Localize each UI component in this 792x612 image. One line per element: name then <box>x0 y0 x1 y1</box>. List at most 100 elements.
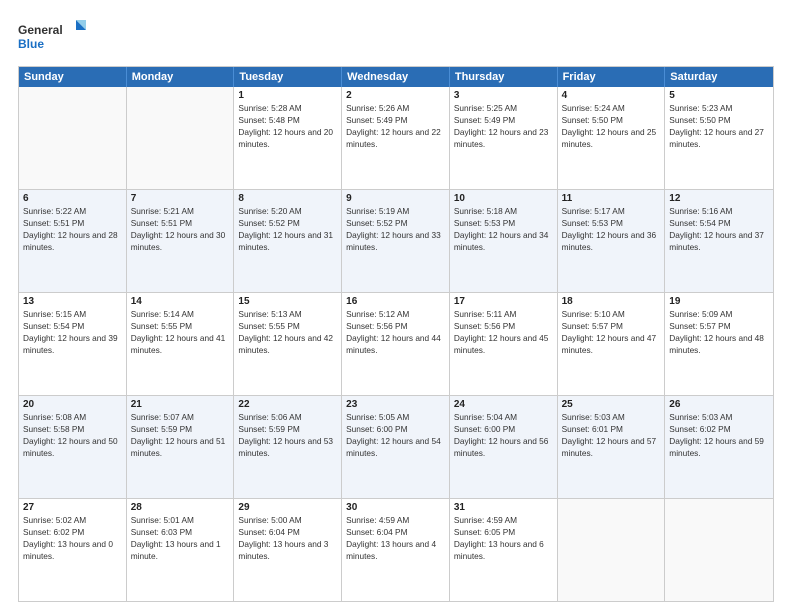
day-number: 15 <box>238 296 337 307</box>
day-number: 26 <box>669 399 769 410</box>
day-info: Sunrise: 5:04 AM Sunset: 6:00 PM Dayligh… <box>454 411 553 459</box>
calendar-empty <box>558 499 666 601</box>
day-info: Sunrise: 5:09 AM Sunset: 5:57 PM Dayligh… <box>669 308 769 356</box>
day-info: Sunrise: 5:16 AM Sunset: 5:54 PM Dayligh… <box>669 205 769 253</box>
day-info: Sunrise: 5:26 AM Sunset: 5:49 PM Dayligh… <box>346 102 445 150</box>
svg-text:General: General <box>18 23 63 37</box>
day-info: Sunrise: 5:02 AM Sunset: 6:02 PM Dayligh… <box>23 514 122 562</box>
day-info: Sunrise: 5:12 AM Sunset: 5:56 PM Dayligh… <box>346 308 445 356</box>
day-number: 27 <box>23 502 122 513</box>
day-info: Sunrise: 5:11 AM Sunset: 5:56 PM Dayligh… <box>454 308 553 356</box>
calendar-day: 16Sunrise: 5:12 AM Sunset: 5:56 PM Dayli… <box>342 293 450 395</box>
day-number: 14 <box>131 296 230 307</box>
calendar-day: 5Sunrise: 5:23 AM Sunset: 5:50 PM Daylig… <box>665 87 773 189</box>
calendar-row: 6Sunrise: 5:22 AM Sunset: 5:51 PM Daylig… <box>19 189 773 292</box>
calendar-row: 13Sunrise: 5:15 AM Sunset: 5:54 PM Dayli… <box>19 292 773 395</box>
calendar-empty <box>127 87 235 189</box>
calendar-day: 2Sunrise: 5:26 AM Sunset: 5:49 PM Daylig… <box>342 87 450 189</box>
day-number: 24 <box>454 399 553 410</box>
day-number: 6 <box>23 193 122 204</box>
day-info: Sunrise: 5:24 AM Sunset: 5:50 PM Dayligh… <box>562 102 661 150</box>
day-number: 21 <box>131 399 230 410</box>
day-info: Sunrise: 5:06 AM Sunset: 5:59 PM Dayligh… <box>238 411 337 459</box>
calendar-day: 17Sunrise: 5:11 AM Sunset: 5:56 PM Dayli… <box>450 293 558 395</box>
day-number: 13 <box>23 296 122 307</box>
day-number: 23 <box>346 399 445 410</box>
day-number: 10 <box>454 193 553 204</box>
day-number: 3 <box>454 90 553 101</box>
day-number: 20 <box>23 399 122 410</box>
day-info: Sunrise: 5:20 AM Sunset: 5:52 PM Dayligh… <box>238 205 337 253</box>
day-info: Sunrise: 5:13 AM Sunset: 5:55 PM Dayligh… <box>238 308 337 356</box>
day-info: Sunrise: 5:19 AM Sunset: 5:52 PM Dayligh… <box>346 205 445 253</box>
day-number: 17 <box>454 296 553 307</box>
logo: General Blue <box>18 18 88 56</box>
svg-text:Blue: Blue <box>18 37 44 51</box>
calendar-day: 1Sunrise: 5:28 AM Sunset: 5:48 PM Daylig… <box>234 87 342 189</box>
weekday-header: Tuesday <box>234 67 342 87</box>
weekday-header: Monday <box>127 67 235 87</box>
day-number: 12 <box>669 193 769 204</box>
day-info: Sunrise: 5:21 AM Sunset: 5:51 PM Dayligh… <box>131 205 230 253</box>
day-info: Sunrise: 5:08 AM Sunset: 5:58 PM Dayligh… <box>23 411 122 459</box>
day-number: 19 <box>669 296 769 307</box>
day-info: Sunrise: 4:59 AM Sunset: 6:04 PM Dayligh… <box>346 514 445 562</box>
calendar-day: 15Sunrise: 5:13 AM Sunset: 5:55 PM Dayli… <box>234 293 342 395</box>
calendar-day: 14Sunrise: 5:14 AM Sunset: 5:55 PM Dayli… <box>127 293 235 395</box>
day-number: 29 <box>238 502 337 513</box>
logo-svg: General Blue <box>18 18 88 56</box>
day-info: Sunrise: 5:01 AM Sunset: 6:03 PM Dayligh… <box>131 514 230 562</box>
weekday-header: Wednesday <box>342 67 450 87</box>
day-number: 18 <box>562 296 661 307</box>
calendar-day: 25Sunrise: 5:03 AM Sunset: 6:01 PM Dayli… <box>558 396 666 498</box>
day-info: Sunrise: 5:22 AM Sunset: 5:51 PM Dayligh… <box>23 205 122 253</box>
day-number: 31 <box>454 502 553 513</box>
day-info: Sunrise: 5:28 AM Sunset: 5:48 PM Dayligh… <box>238 102 337 150</box>
calendar-day: 18Sunrise: 5:10 AM Sunset: 5:57 PM Dayli… <box>558 293 666 395</box>
calendar-day: 28Sunrise: 5:01 AM Sunset: 6:03 PM Dayli… <box>127 499 235 601</box>
calendar-day: 21Sunrise: 5:07 AM Sunset: 5:59 PM Dayli… <box>127 396 235 498</box>
calendar-day: 27Sunrise: 5:02 AM Sunset: 6:02 PM Dayli… <box>19 499 127 601</box>
calendar-empty <box>19 87 127 189</box>
calendar-day: 12Sunrise: 5:16 AM Sunset: 5:54 PM Dayli… <box>665 190 773 292</box>
day-number: 22 <box>238 399 337 410</box>
page: General Blue SundayMondayTuesdayWednesda… <box>0 0 792 612</box>
calendar: SundayMondayTuesdayWednesdayThursdayFrid… <box>18 66 774 602</box>
calendar-row: 27Sunrise: 5:02 AM Sunset: 6:02 PM Dayli… <box>19 498 773 601</box>
day-info: Sunrise: 5:00 AM Sunset: 6:04 PM Dayligh… <box>238 514 337 562</box>
day-number: 7 <box>131 193 230 204</box>
calendar-empty <box>665 499 773 601</box>
weekday-header: Sunday <box>19 67 127 87</box>
calendar-day: 26Sunrise: 5:03 AM Sunset: 6:02 PM Dayli… <box>665 396 773 498</box>
day-number: 16 <box>346 296 445 307</box>
day-info: Sunrise: 5:15 AM Sunset: 5:54 PM Dayligh… <box>23 308 122 356</box>
day-number: 11 <box>562 193 661 204</box>
day-number: 5 <box>669 90 769 101</box>
day-info: Sunrise: 5:03 AM Sunset: 6:01 PM Dayligh… <box>562 411 661 459</box>
day-info: Sunrise: 5:07 AM Sunset: 5:59 PM Dayligh… <box>131 411 230 459</box>
calendar-day: 3Sunrise: 5:25 AM Sunset: 5:49 PM Daylig… <box>450 87 558 189</box>
calendar-row: 20Sunrise: 5:08 AM Sunset: 5:58 PM Dayli… <box>19 395 773 498</box>
day-number: 8 <box>238 193 337 204</box>
calendar-day: 7Sunrise: 5:21 AM Sunset: 5:51 PM Daylig… <box>127 190 235 292</box>
calendar-day: 11Sunrise: 5:17 AM Sunset: 5:53 PM Dayli… <box>558 190 666 292</box>
day-info: Sunrise: 4:59 AM Sunset: 6:05 PM Dayligh… <box>454 514 553 562</box>
day-info: Sunrise: 5:25 AM Sunset: 5:49 PM Dayligh… <box>454 102 553 150</box>
day-number: 4 <box>562 90 661 101</box>
calendar-day: 4Sunrise: 5:24 AM Sunset: 5:50 PM Daylig… <box>558 87 666 189</box>
day-info: Sunrise: 5:03 AM Sunset: 6:02 PM Dayligh… <box>669 411 769 459</box>
weekday-header: Thursday <box>450 67 558 87</box>
day-number: 9 <box>346 193 445 204</box>
calendar-day: 9Sunrise: 5:19 AM Sunset: 5:52 PM Daylig… <box>342 190 450 292</box>
day-info: Sunrise: 5:23 AM Sunset: 5:50 PM Dayligh… <box>669 102 769 150</box>
day-number: 28 <box>131 502 230 513</box>
day-number: 25 <box>562 399 661 410</box>
calendar-day: 31Sunrise: 4:59 AM Sunset: 6:05 PM Dayli… <box>450 499 558 601</box>
calendar-body: 1Sunrise: 5:28 AM Sunset: 5:48 PM Daylig… <box>19 87 773 601</box>
calendar-day: 13Sunrise: 5:15 AM Sunset: 5:54 PM Dayli… <box>19 293 127 395</box>
header: General Blue <box>18 18 774 56</box>
calendar-day: 6Sunrise: 5:22 AM Sunset: 5:51 PM Daylig… <box>19 190 127 292</box>
day-number: 1 <box>238 90 337 101</box>
weekday-header: Friday <box>558 67 666 87</box>
calendar-row: 1Sunrise: 5:28 AM Sunset: 5:48 PM Daylig… <box>19 87 773 189</box>
